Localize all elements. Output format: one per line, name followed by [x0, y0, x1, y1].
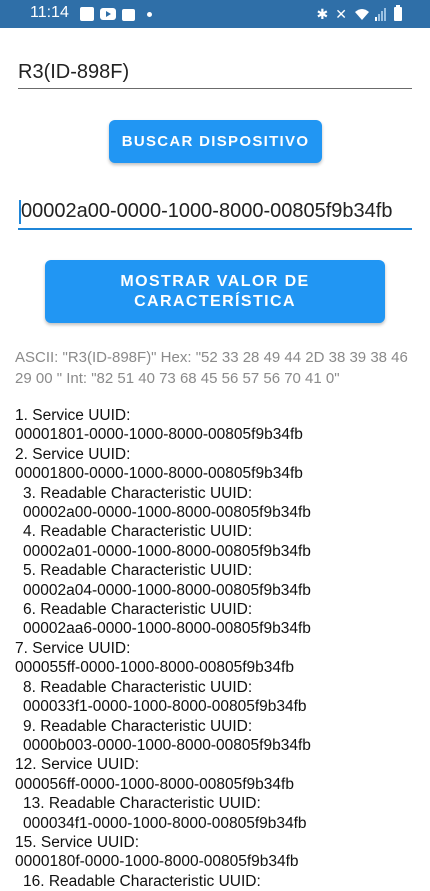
system-icons: ✱ ✕ [317, 5, 402, 23]
characteristic-uuid: 00002a00-0000-1000-8000-00805f9b34fb [23, 504, 311, 522]
signal-icon [375, 7, 387, 21]
read-result-text: ASCII: "R3(ID-898F)" Hex: "52 33 28 49 4… [15, 349, 408, 387]
characteristic-uuid: 00002aa6-0000-1000-8000-00805f9b34fb [23, 620, 311, 638]
device-name-field[interactable]: R3(ID-898F) [18, 58, 412, 89]
bluetooth-icon: ✱ [316, 5, 329, 22]
characteristic-uuid: 000033f1-0000-1000-8000-00805f9b34fb [23, 698, 307, 716]
characteristic-title: 3. Readable Characteristic UUID: [23, 484, 253, 502]
show-button-line2: CARACTERÍSTICA [134, 292, 296, 310]
show-button-line1: MOSTRAR VALOR DE [120, 272, 310, 290]
square-notification-icon [80, 7, 94, 21]
service-title: 12. Service UUID: [15, 756, 140, 774]
characteristic-uuid: 00002a04-0000-1000-8000-00805f9b34fb [23, 581, 311, 599]
characteristic-title: 13. Readable Characteristic UUID: [23, 795, 261, 813]
bag-icon [122, 9, 135, 21]
characteristic-title: 4. Readable Characteristic UUID: [23, 523, 253, 541]
uuid-input[interactable]: 00002a00-0000-1000-8000-00805f9b34fb [18, 194, 412, 230]
service-title: 1. Service UUID: [15, 407, 131, 424]
characteristic-title: 6. Readable Characteristic UUID: [23, 601, 253, 619]
search-device-button[interactable]: BUSCAR DISPOSITIVO [109, 120, 322, 163]
wifi-icon [354, 8, 369, 20]
service-title: 7. Service UUID: [15, 639, 131, 657]
show-characteristic-value-button[interactable]: MOSTRAR VALOR DE CARACTERÍSTICA [45, 260, 385, 323]
characteristic-uuid: 0000b003-0000-1000-8000-00805f9b34fb [23, 736, 311, 754]
uuid-input-value: 00002a00-0000-1000-8000-00805f9b34fb [21, 200, 393, 222]
service-uuid: 00001801-0000-1000-8000-00805f9b34fb [15, 426, 303, 444]
service-uuid: 00001800-0000-1000-8000-00805f9b34fb [15, 465, 303, 483]
battery-icon [394, 5, 402, 21]
characteristic-uuid: 000034f1-0000-1000-8000-00805f9b34fb [23, 814, 307, 832]
characteristic-title: 16. Readable Characteristic UUID: [23, 872, 261, 890]
mute-icon: ✕ [335, 5, 347, 22]
characteristic-uuid: 00002a01-0000-1000-8000-00805f9b34fb [23, 542, 311, 560]
youtube-icon [100, 8, 116, 20]
status-time: 11:14 [30, 4, 69, 21]
service-uuid: 000055ff-0000-1000-8000-00805f9b34fb [15, 659, 294, 677]
service-title: 2. Service UUID: [15, 445, 131, 463]
dot-icon [147, 11, 152, 17]
characteristic-title: 8. Readable Characteristic UUID: [23, 678, 253, 696]
service-list: 1. Service UUID: 00001801-0000-1000-8000-… [15, 406, 425, 891]
service-uuid: 0000180f-0000-1000-8000-00805f9b34fb [15, 853, 299, 871]
status-bar: 11:14 ✱ ✕ [0, 0, 430, 28]
service-title: 15. Service UUID: [15, 833, 140, 851]
notification-icons [80, 6, 152, 22]
service-uuid: 000056ff-0000-1000-8000-00805f9b34fb [15, 775, 294, 793]
characteristic-title: 9. Readable Characteristic UUID: [23, 717, 253, 735]
characteristic-title: 5. Readable Characteristic UUID: [23, 562, 253, 580]
